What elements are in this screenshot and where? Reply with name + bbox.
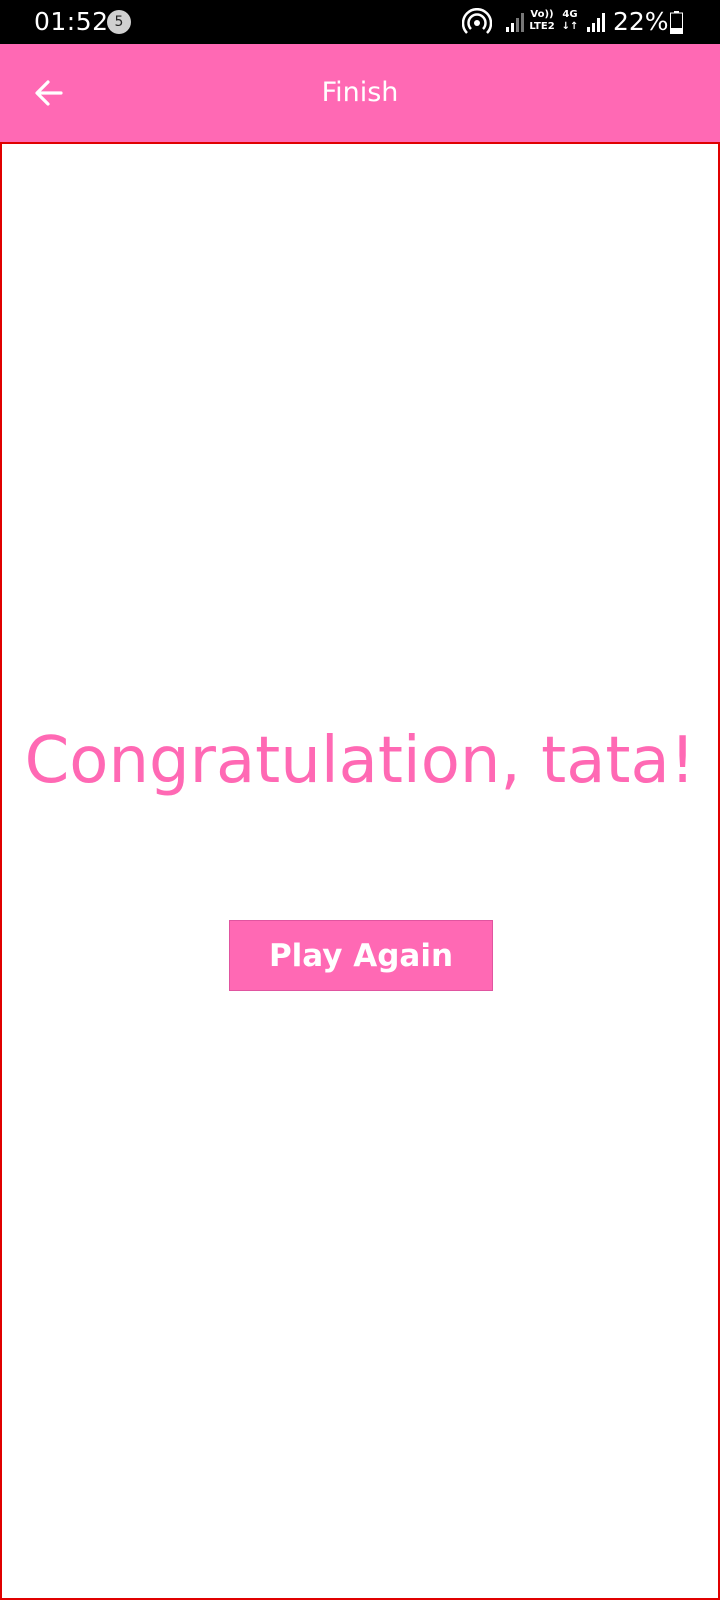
signal-strength-icon (506, 13, 524, 32)
battery-percent: 22% (613, 7, 669, 36)
main-content: Congratulation, tata! Play Again (0, 142, 720, 1600)
volte-icon: Vo)) LTE2 (529, 9, 555, 37)
volte-sub-label: LTE2 (529, 21, 555, 32)
status-bar: 01:52 5 Vo)) LTE2 4G ↓↑ 22% (0, 0, 720, 44)
play-again-button[interactable]: Play Again (229, 920, 493, 991)
app-bar: Finish (0, 44, 720, 142)
status-time: 01:52 (34, 7, 109, 36)
network-type-icon: 4G ↓↑ (560, 9, 580, 37)
congratulation-message: Congratulation, tata! (24, 724, 696, 798)
data-arrows-icon: ↓↑ (561, 21, 579, 32)
signal-strength-icon-2 (587, 13, 605, 32)
hotspot-icon (462, 8, 492, 34)
notification-count-badge: 5 (107, 10, 131, 34)
page-title: Finish (321, 77, 399, 108)
battery-icon (670, 11, 683, 34)
network-type-label: 4G (562, 9, 578, 20)
volte-label: Vo)) (530, 9, 554, 20)
